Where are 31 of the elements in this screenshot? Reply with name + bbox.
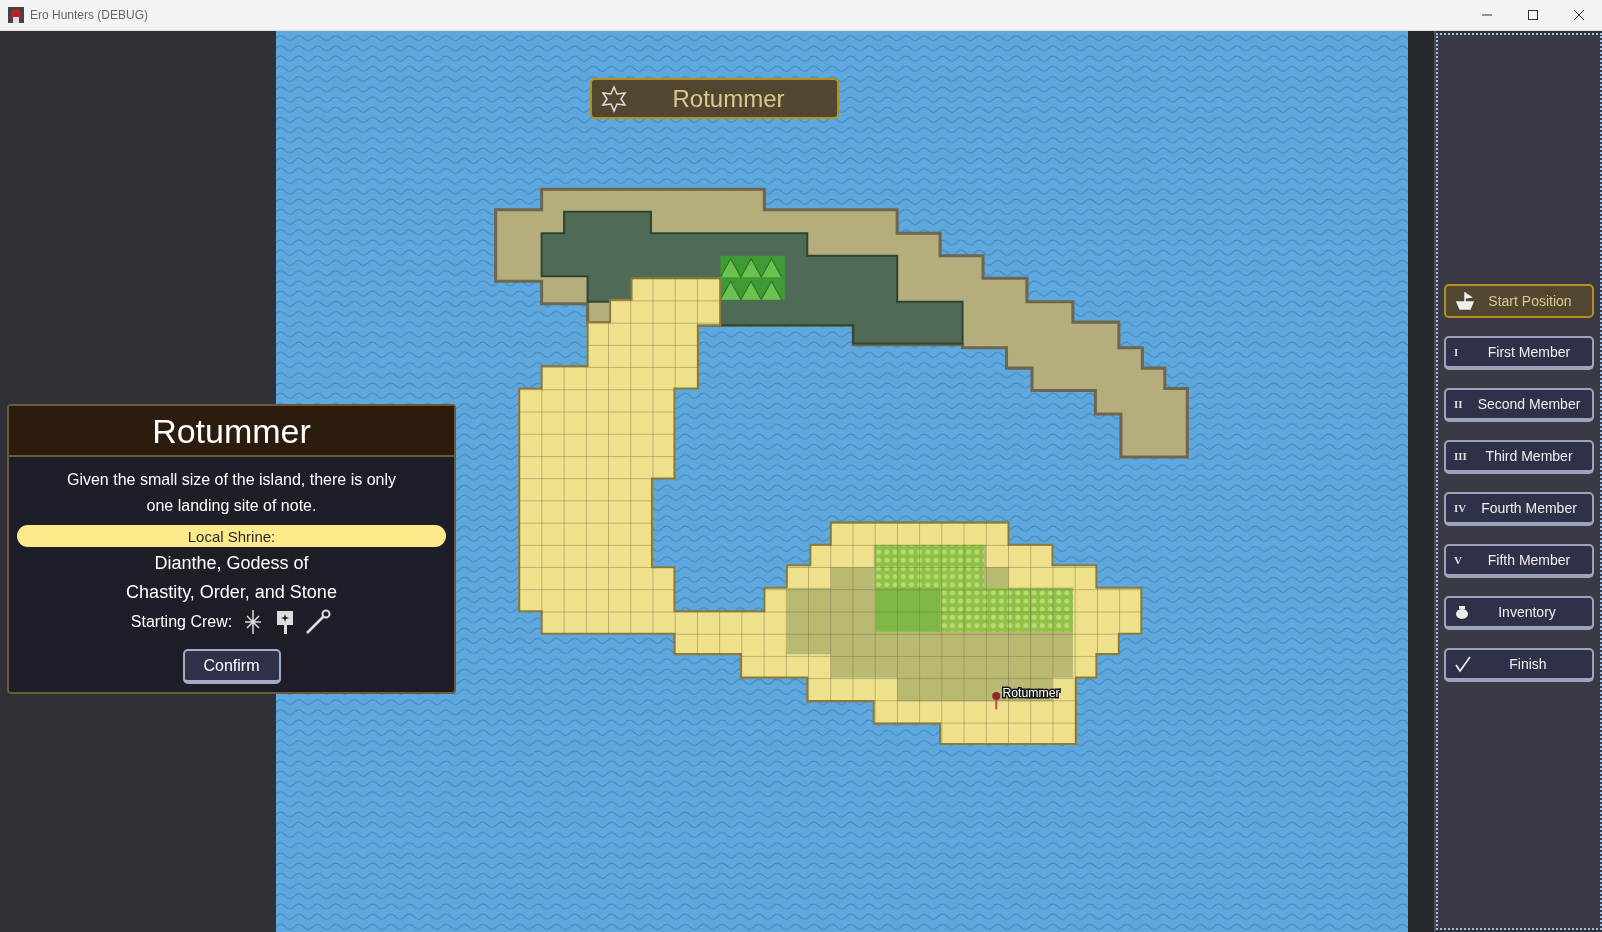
close-icon[interactable] (1574, 10, 1584, 20)
pot-icon (1454, 604, 1470, 620)
sidebar-button[interactable]: Inventory (1444, 596, 1594, 630)
deity-name: Dianthe, Godess of Chastity, Order, and Stone (126, 552, 337, 604)
description: Given the small size of the island, there is only one landing site of note. (65, 470, 397, 516)
panel-title: Rotummer (152, 412, 311, 451)
window-title: Ero Hunters (DEBUG) (30, 8, 150, 22)
sidebar-button[interactable]: Finish (1444, 648, 1594, 682)
crew-label: Starting Crew: (130, 613, 233, 631)
region-banner: Rotummer (590, 78, 839, 119)
roman-numeral: II (1454, 398, 1464, 410)
sidebar-button[interactable]: III Third Member (1444, 440, 1594, 474)
ship-icon (1454, 290, 1476, 312)
map-pin-icon[interactable] (992, 691, 1001, 710)
star-icon (600, 84, 628, 113)
roman-numeral: V (1454, 554, 1463, 566)
sidebar-button[interactable]: V Fifth Member (1444, 544, 1594, 578)
check-icon (1454, 655, 1472, 673)
shrine-label: Local Shrine: (187, 527, 276, 545)
roman-numeral: I (1454, 346, 1460, 358)
confirm-button[interactable]: Confirm (182, 649, 281, 684)
maximize-icon[interactable] (1528, 10, 1538, 20)
roman-numeral: IV (1454, 502, 1468, 514)
sidebar-button[interactable]: II Second Member (1444, 388, 1594, 422)
sidebar-button[interactable]: IV Fourth Member (1444, 492, 1594, 526)
app-icon (8, 7, 24, 23)
sidebar-button[interactable]: Start Position (1444, 284, 1594, 318)
staff-icon (304, 609, 333, 635)
sidebar-button[interactable]: I First Member (1444, 336, 1594, 370)
roman-numeral: III (1454, 450, 1468, 462)
place-label: Rotummer (1002, 686, 1060, 701)
